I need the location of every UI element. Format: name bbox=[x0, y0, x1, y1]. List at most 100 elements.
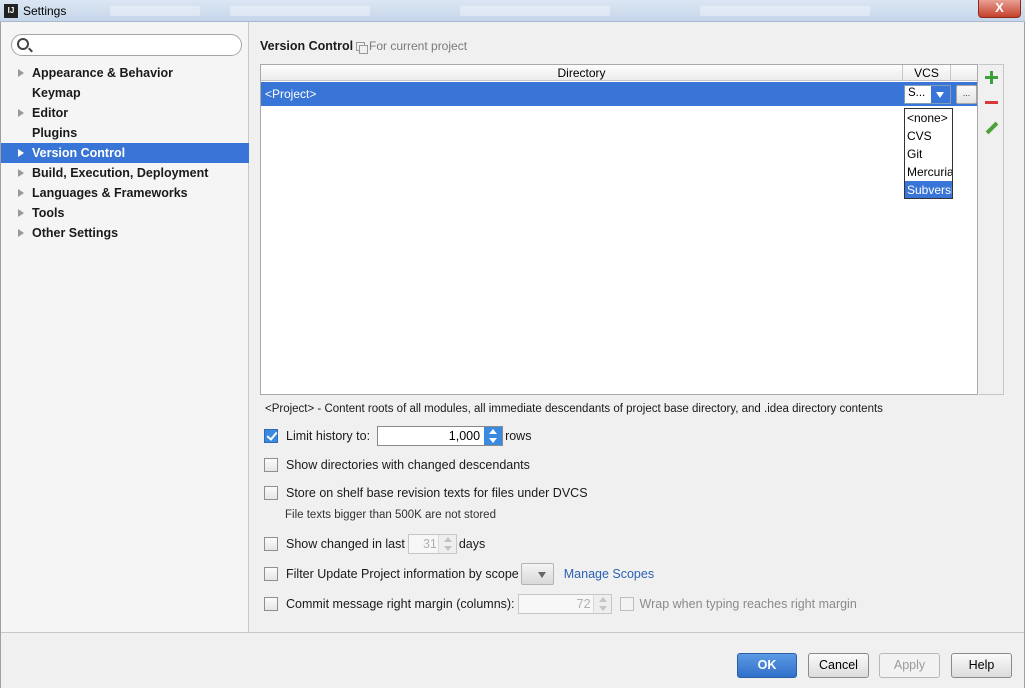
spinner-arrows-icon[interactable] bbox=[437, 535, 456, 553]
commit-margin-spinner[interactable] bbox=[517, 594, 612, 614]
window-close-button[interactable]: X bbox=[978, 0, 1021, 18]
table-header: Directory VCS bbox=[261, 65, 977, 81]
scope-label: For current project bbox=[369, 39, 468, 53]
column-header-vcs[interactable]: VCS bbox=[903, 65, 951, 81]
intellij-app-icon: IJ bbox=[4, 4, 18, 18]
expand-arrow-icon[interactable] bbox=[18, 209, 24, 217]
scope-select[interactable] bbox=[520, 563, 554, 585]
limit-history-spinner[interactable] bbox=[377, 426, 504, 446]
window-title: Settings bbox=[23, 4, 67, 18]
vcs-option-git[interactable]: Git bbox=[905, 145, 952, 163]
vcs-select[interactable]: S... bbox=[904, 85, 951, 104]
limit-history-input[interactable] bbox=[380, 428, 481, 444]
expand-arrow-icon[interactable] bbox=[18, 229, 24, 237]
vcs-mappings-table: Directory VCS <Project> S... ... <none> … bbox=[260, 64, 978, 395]
filter-update-option: Filter Update Project information by sco… bbox=[264, 563, 654, 585]
show-changed-unit: days bbox=[458, 537, 486, 551]
sidebar-item-label: Build, Execution, Deployment bbox=[32, 166, 209, 180]
expand-arrow-icon[interactable] bbox=[18, 149, 24, 157]
project-scope-icon bbox=[356, 42, 368, 54]
show-changed-label[interactable]: Show changed in last bbox=[286, 537, 405, 551]
expand-arrow-icon[interactable] bbox=[18, 189, 24, 197]
table-toolbar bbox=[979, 64, 1004, 395]
wrap-margin-checkbox[interactable] bbox=[619, 597, 634, 611]
sidebar-item-label: Keymap bbox=[32, 86, 81, 100]
sidebar-item-label: Other Settings bbox=[32, 226, 119, 240]
column-header-directory[interactable]: Directory bbox=[261, 65, 903, 81]
spinner-arrows-icon[interactable] bbox=[484, 427, 503, 445]
commit-margin-label[interactable]: Commit message right margin (columns): bbox=[286, 597, 515, 611]
settings-window: Appearance & Behavior Keymap Editor Plug… bbox=[0, 22, 1025, 688]
help-button[interactable]: Help bbox=[951, 653, 1012, 678]
manage-scopes-link[interactable]: Manage Scopes bbox=[564, 567, 654, 581]
sidebar-item-editor[interactable]: Editor bbox=[1, 103, 249, 123]
filter-update-checkbox[interactable] bbox=[264, 567, 278, 581]
vcs-option-cvs[interactable]: CVS bbox=[905, 127, 952, 145]
sidebar-item-appearance-behavior[interactable]: Appearance & Behavior bbox=[1, 63, 249, 83]
expand-arrow-icon[interactable] bbox=[18, 169, 24, 177]
sidebar-item-label: Version Control bbox=[32, 146, 126, 160]
expand-arrow-icon[interactable] bbox=[18, 69, 24, 77]
limit-history-label[interactable]: Limit history to: bbox=[286, 429, 370, 443]
show-changed-option: Show changed in last days bbox=[264, 534, 486, 554]
sidebar-item-other-settings[interactable]: Other Settings bbox=[1, 223, 249, 243]
table-row[interactable]: <Project> S... ... bbox=[261, 82, 977, 106]
directory-cell[interactable]: <Project> bbox=[265, 82, 316, 106]
title-bar: IJ Settings X bbox=[0, 0, 1025, 22]
show-changed-checkbox[interactable] bbox=[264, 537, 278, 551]
vcs-dropdown-list: <none> CVS Git Mercurial Subversion bbox=[904, 108, 953, 199]
sidebar-item-label: Plugins bbox=[32, 126, 78, 140]
search-icon bbox=[17, 38, 29, 50]
spinner-arrows-icon[interactable] bbox=[592, 595, 611, 613]
apply-button[interactable]: Apply bbox=[879, 653, 940, 678]
limit-history-checkbox[interactable] bbox=[264, 429, 278, 443]
show-changed-spinner[interactable] bbox=[407, 534, 457, 554]
dialog-footer: OK Cancel Apply Help bbox=[1, 632, 1024, 688]
store-shelf-label[interactable]: Store on shelf base revision texts for f… bbox=[286, 486, 588, 500]
vcs-option-subversion[interactable]: Subversion bbox=[905, 181, 952, 198]
minus-icon[interactable] bbox=[984, 95, 999, 110]
wrap-margin-label[interactable]: Wrap when typing reaches right margin bbox=[640, 597, 857, 611]
sidebar-item-keymap[interactable]: Keymap bbox=[1, 83, 249, 103]
ok-button[interactable]: OK bbox=[737, 653, 797, 678]
plus-icon[interactable] bbox=[984, 70, 999, 85]
project-description-note: <Project> - Content roots of all modules… bbox=[265, 403, 883, 415]
show-dirs-checkbox[interactable] bbox=[264, 458, 278, 472]
show-dirs-label[interactable]: Show directories with changed descendant… bbox=[286, 458, 530, 472]
sidebar-item-tools[interactable]: Tools bbox=[1, 203, 249, 223]
sidebar-item-label: Editor bbox=[32, 106, 69, 120]
chevron-down-icon[interactable] bbox=[931, 86, 950, 103]
browse-directory-button[interactable]: ... bbox=[956, 85, 977, 104]
sidebar-item-label: Appearance & Behavior bbox=[32, 66, 174, 80]
expand-arrow-icon[interactable] bbox=[18, 109, 24, 117]
filter-update-label[interactable]: Filter Update Project information by sco… bbox=[286, 567, 519, 581]
settings-content: Version Control For current project Dire… bbox=[250, 22, 1025, 632]
sidebar-item-version-control[interactable]: Version Control bbox=[1, 143, 249, 163]
limit-history-option: Limit history to: rows bbox=[264, 426, 532, 446]
sidebar-item-build-execution-deployment[interactable]: Build, Execution, Deployment bbox=[1, 163, 249, 183]
sidebar-item-label: Languages & Frameworks bbox=[32, 186, 188, 200]
vcs-option-mercurial[interactable]: Mercurial bbox=[905, 163, 952, 181]
background-window-ghost bbox=[230, 6, 370, 16]
vcs-select-value: S... bbox=[908, 87, 926, 99]
settings-search-box[interactable] bbox=[11, 34, 242, 56]
commit-margin-input[interactable] bbox=[520, 596, 591, 612]
settings-sidebar: Appearance & Behavior Keymap Editor Plug… bbox=[1, 22, 249, 632]
commit-margin-option: Commit message right margin (columns): W… bbox=[264, 594, 857, 614]
limit-history-unit: rows bbox=[505, 429, 532, 443]
store-shelf-option: Store on shelf base revision texts for f… bbox=[264, 484, 588, 502]
sidebar-item-plugins[interactable]: Plugins bbox=[1, 123, 249, 143]
background-window-ghost bbox=[700, 6, 870, 16]
sidebar-item-label: Tools bbox=[32, 206, 65, 220]
cancel-button[interactable]: Cancel bbox=[808, 653, 869, 678]
pencil-icon[interactable] bbox=[984, 120, 999, 135]
vcs-option-none[interactable]: <none> bbox=[905, 109, 952, 127]
sidebar-item-languages-frameworks[interactable]: Languages & Frameworks bbox=[1, 183, 249, 203]
store-shelf-checkbox[interactable] bbox=[264, 486, 278, 500]
settings-tree: Appearance & Behavior Keymap Editor Plug… bbox=[1, 63, 249, 243]
settings-search-input[interactable] bbox=[36, 37, 236, 53]
show-dirs-option: Show directories with changed descendant… bbox=[264, 456, 530, 474]
commit-margin-checkbox[interactable] bbox=[264, 597, 278, 611]
page-title: Version Control bbox=[260, 39, 354, 53]
show-changed-input[interactable] bbox=[410, 536, 437, 552]
